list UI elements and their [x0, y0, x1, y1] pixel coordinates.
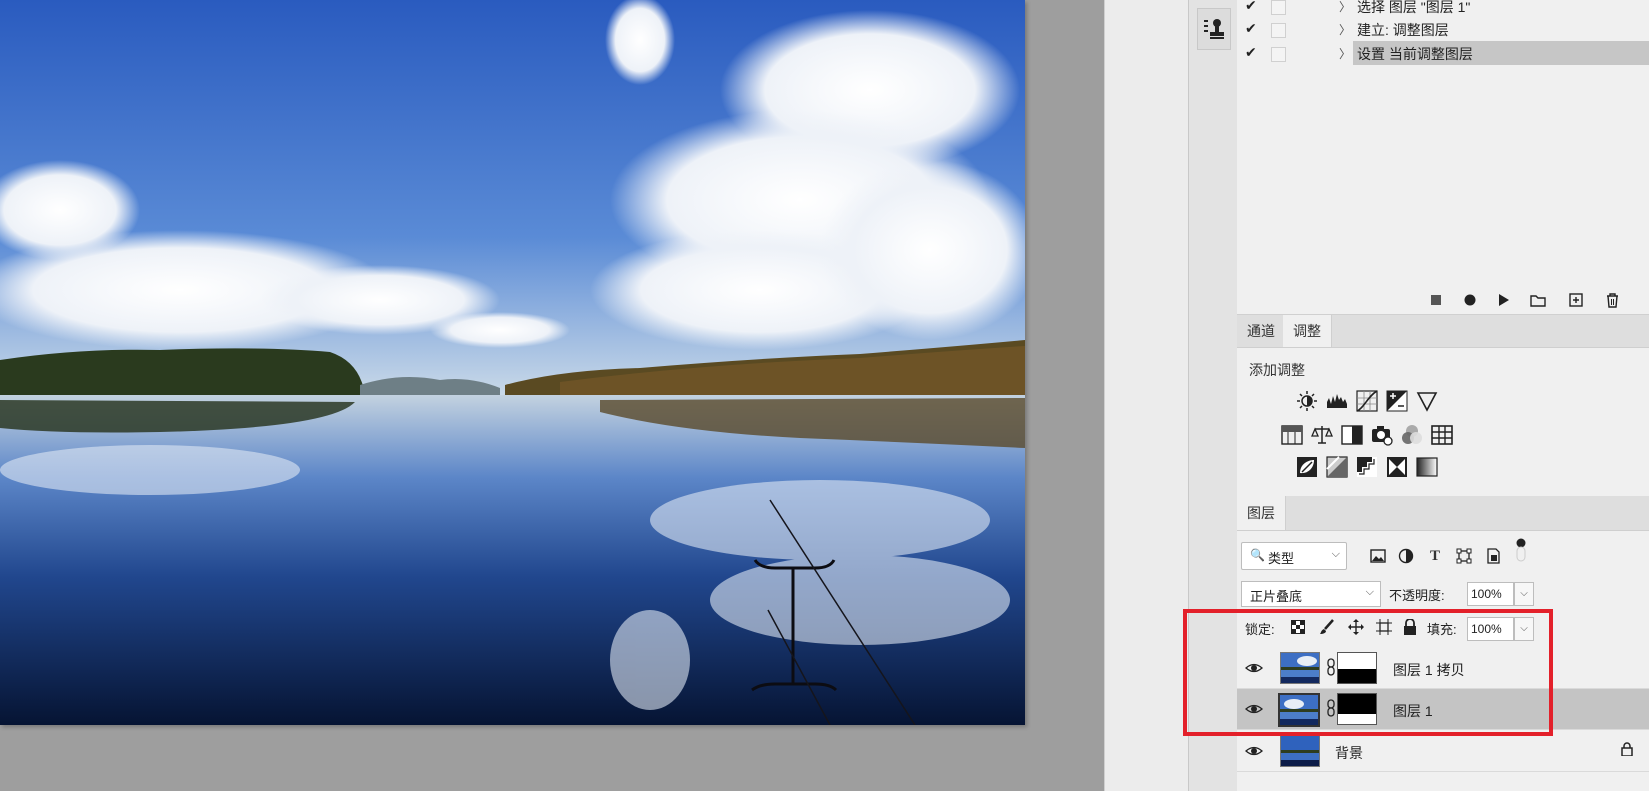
posterize-icon[interactable] — [1326, 456, 1348, 478]
layers-tabs: 图层 — [1237, 496, 1649, 531]
eye-icon[interactable] — [1245, 660, 1263, 676]
new-action-icon[interactable] — [1567, 292, 1585, 308]
trash-icon[interactable] — [1603, 292, 1621, 308]
lock-position-icon[interactable] — [1347, 618, 1365, 636]
chevron-right-icon[interactable]: 〉 — [1339, 45, 1351, 62]
filter-toggle-icon[interactable] — [1512, 538, 1530, 562]
tab-channels[interactable]: 通道 — [1237, 315, 1285, 347]
black-white-icon[interactable] — [1341, 424, 1363, 446]
tab-layers[interactable]: 图层 — [1237, 496, 1286, 530]
play-icon[interactable] — [1495, 292, 1513, 308]
layer-filter-select[interactable]: 🔍 类型 ⌵ — [1241, 542, 1347, 570]
dialog-toggle[interactable] — [1271, 47, 1286, 62]
layer-name[interactable]: 背景 — [1335, 743, 1363, 763]
check-icon[interactable]: ✔ — [1245, 0, 1257, 14]
layer-row[interactable]: 图层 1 拷贝 — [1237, 648, 1649, 689]
layer-thumbnail[interactable] — [1278, 693, 1320, 727]
layer-row[interactable]: 图层 1 — [1237, 689, 1649, 730]
fill-label: 填充: — [1427, 622, 1457, 637]
lock-row: 锁定: 填充: 100% ⌵ — [1237, 612, 1649, 644]
selective-color-icon[interactable] — [1386, 456, 1408, 478]
lake-photo — [0, 0, 1025, 725]
layer-mask-thumbnail[interactable] — [1337, 652, 1377, 684]
dialog-toggle[interactable] — [1271, 23, 1286, 38]
fill-dropdown[interactable]: ⌵ — [1514, 617, 1534, 641]
opacity-value: 100% — [1471, 587, 1502, 601]
blend-mode-value: 正片叠底 — [1250, 589, 1303, 604]
brightness-contrast-icon[interactable] — [1296, 390, 1318, 412]
tab-adjustments[interactable]: 调整 — [1283, 315, 1332, 347]
color-lookup-icon[interactable] — [1431, 424, 1453, 446]
chevron-right-icon[interactable]: 〉 — [1339, 0, 1351, 15]
check-icon[interactable]: ✔ — [1245, 20, 1257, 37]
collapsed-panel-strip — [1188, 0, 1238, 791]
actions-panel: ✔ 〉 选择 图层 "图层 1" ✔ 〉 建立: 调整图层 ✔ 〉 设置 当前调… — [1237, 0, 1649, 287]
eye-icon[interactable] — [1245, 701, 1263, 717]
layer-thumbnail[interactable] — [1280, 735, 1320, 767]
check-icon[interactable]: ✔ — [1245, 44, 1257, 61]
right-panels: ✔ 〉 选择 图层 "图层 1" ✔ 〉 建立: 调整图层 ✔ 〉 设置 当前调… — [1237, 0, 1649, 791]
adjustment-filter-icon[interactable] — [1397, 547, 1415, 565]
folder-icon[interactable] — [1529, 292, 1547, 308]
channel-mixer-icon[interactable] — [1401, 424, 1423, 446]
layer-name[interactable]: 图层 1 拷贝 — [1393, 660, 1465, 680]
clone-source-icon[interactable] — [1197, 8, 1231, 50]
actions-toolbar — [1237, 286, 1649, 315]
link-icon[interactable] — [1326, 658, 1336, 679]
lock-all-icon[interactable] — [1401, 618, 1419, 636]
record-icon[interactable] — [1461, 292, 1479, 308]
layer-mask-thumbnail[interactable] — [1337, 693, 1377, 725]
layer-thumbnail[interactable] — [1280, 652, 1320, 684]
add-adjustment-title: 添加调整 — [1249, 362, 1305, 378]
blend-row: 正片叠底 ⌵ 不透明度: 100% ⌵ — [1237, 577, 1649, 611]
action-step-label: 建立: 调整图层 — [1357, 22, 1449, 38]
color-balance-icon[interactable] — [1311, 424, 1333, 446]
lock-artboard-icon[interactable] — [1375, 618, 1393, 636]
image-filter-icon[interactable] — [1369, 547, 1387, 565]
adjust-tabs: 通道 调整 — [1237, 315, 1649, 348]
vibrance-icon[interactable] — [1416, 390, 1438, 412]
action-step-label: 设置 当前调整图层 — [1357, 46, 1473, 62]
layer-name[interactable]: 图层 1 — [1393, 701, 1433, 721]
layers-filter-bar: 🔍 类型 ⌵ T — [1237, 537, 1649, 575]
dialog-toggle[interactable] — [1271, 0, 1286, 15]
chevron-right-icon[interactable]: 〉 — [1339, 21, 1351, 38]
fill-value: 100% — [1471, 622, 1502, 636]
filter-kind: 类型 — [1268, 551, 1295, 566]
curves-icon[interactable] — [1356, 390, 1378, 412]
lock-pixels-icon[interactable] — [1318, 618, 1336, 636]
lock-label: 锁定: — [1245, 622, 1275, 637]
exposure-icon[interactable] — [1386, 390, 1408, 412]
opacity-label: 不透明度: — [1389, 588, 1445, 603]
link-icon[interactable] — [1326, 699, 1336, 720]
lock-transparent-icon[interactable] — [1289, 618, 1307, 636]
action-step-label: 选择 图层 "图层 1" — [1357, 0, 1471, 15]
levels-icon[interactable] — [1326, 390, 1348, 412]
lock-icon[interactable] — [1621, 742, 1633, 759]
fill-input[interactable]: 100% — [1467, 617, 1514, 641]
eye-icon[interactable] — [1245, 743, 1263, 759]
panel-dock-gutter — [1104, 0, 1189, 791]
action-step[interactable]: ✔ 〉 建立: 调整图层 — [1237, 17, 1649, 42]
layer-row[interactable]: 背景 — [1237, 731, 1649, 772]
invert-icon[interactable] — [1296, 456, 1318, 478]
stop-icon[interactable] — [1427, 292, 1445, 308]
blend-mode-select[interactable]: 正片叠底 ⌵ — [1241, 581, 1381, 607]
opacity-dropdown[interactable]: ⌵ — [1514, 582, 1534, 606]
gradient-map-icon[interactable] — [1416, 456, 1438, 478]
shape-filter-icon[interactable] — [1455, 547, 1473, 565]
type-filter-icon[interactable]: T — [1426, 547, 1444, 565]
photo-filter-icon[interactable] — [1371, 424, 1393, 446]
hue-saturation-icon[interactable] — [1281, 424, 1303, 446]
document-canvas[interactable] — [0, 0, 1104, 791]
search-icon: 🔍 — [1250, 548, 1265, 562]
action-step[interactable]: ✔ 〉 设置 当前调整图层 — [1237, 41, 1649, 66]
opacity-input[interactable]: 100% — [1467, 582, 1514, 606]
chevron-down-icon: ⌵ — [1331, 548, 1340, 560]
smart-object-filter-icon[interactable] — [1484, 547, 1502, 565]
chevron-down-icon: ⌵ — [1365, 586, 1374, 598]
threshold-icon[interactable] — [1356, 456, 1378, 478]
